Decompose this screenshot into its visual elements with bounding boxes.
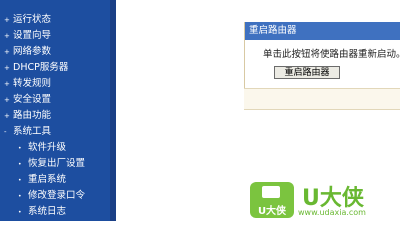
panel-description: 单击此按钮将使路由器重新启动。 [263, 49, 400, 60]
expand-icon: + [4, 96, 10, 104]
sidebar-item-label: 转发规则 [13, 78, 52, 89]
sidebar-subitem-firmware-upgrade[interactable]: • 软件升级 [18, 142, 66, 154]
sidebar-item-forwarding-rules[interactable]: + 转发规则 [4, 78, 51, 90]
bullet-icon: • [18, 161, 22, 168]
sidebar-item-network-params[interactable]: + 网络参数 [4, 46, 51, 58]
sidebar-item-label: DHCP服务器 [13, 62, 69, 73]
expand-icon: + [4, 48, 10, 56]
udaxia-watermark-logo: U大侠 U大侠 www.udaxia.com [250, 180, 400, 221]
expand-icon: + [4, 64, 10, 72]
sidebar-item-label: 运行状态 [13, 14, 52, 25]
bullet-icon: • [18, 193, 22, 200]
sidebar-item-label: 设置向导 [13, 30, 52, 41]
sidebar-item-label: 网络参数 [13, 46, 52, 57]
panel-footer [244, 88, 400, 110]
sidebar-item-system-tools[interactable]: - 系统工具 [4, 126, 51, 138]
sidebar-item-security-settings[interactable]: + 安全设置 [4, 94, 51, 106]
sidebar-subitem-reboot[interactable]: • 重启系统 [18, 174, 66, 186]
sidebar-item-label: 系统工具 [13, 126, 52, 137]
reboot-router-button[interactable]: 重启路由器 [274, 66, 340, 79]
logo-url: www.udaxia.com [298, 208, 366, 217]
sidebar-item-routing[interactable]: + 路由功能 [4, 110, 51, 122]
sidebar-subitem-label: 软件升级 [28, 142, 67, 153]
expand-icon: + [4, 80, 10, 88]
sidebar-item-label: 路由功能 [13, 110, 52, 121]
sidebar-subitem-system-log[interactable]: • 系统日志 [18, 206, 66, 218]
sidebar-subitem-change-password[interactable]: • 修改登录口令 [18, 190, 85, 202]
sidebar-subitem-factory-reset[interactable]: • 恢复出厂设置 [18, 158, 85, 170]
sidebar-subitem-label: 修改登录口令 [28, 190, 86, 201]
expand-icon: + [4, 16, 10, 24]
bullet-icon: • [18, 209, 22, 216]
panel-title: 重启路由器 [245, 22, 400, 40]
collapse-icon: - [4, 128, 7, 136]
logo-badge-text: U大侠 [257, 206, 287, 217]
sidebar-item-dhcp-server[interactable]: + DHCP服务器 [4, 62, 68, 74]
sidebar-subitem-label: 重启系统 [28, 174, 67, 185]
expand-icon: + [4, 112, 10, 120]
sidebar-subitem-label: 恢复出厂设置 [28, 158, 86, 169]
logo-badge: U大侠 [250, 182, 294, 218]
bullet-icon: • [18, 145, 22, 152]
bullet-icon: • [18, 177, 22, 184]
sidebar-item-setup-wizard[interactable]: + 设置向导 [4, 30, 51, 42]
sidebar-subitem-label: 系统日志 [28, 206, 67, 217]
usb-icon [262, 186, 280, 198]
sidebar-item-running-status[interactable]: + 运行状态 [4, 14, 51, 26]
sidebar: + 运行状态 + 设置向导 + 网络参数 + DHCP服务器 + 转发规则 + 安全设置 +… [0, 0, 110, 221]
sidebar-item-label: 安全设置 [13, 94, 52, 105]
expand-icon: + [4, 32, 10, 40]
